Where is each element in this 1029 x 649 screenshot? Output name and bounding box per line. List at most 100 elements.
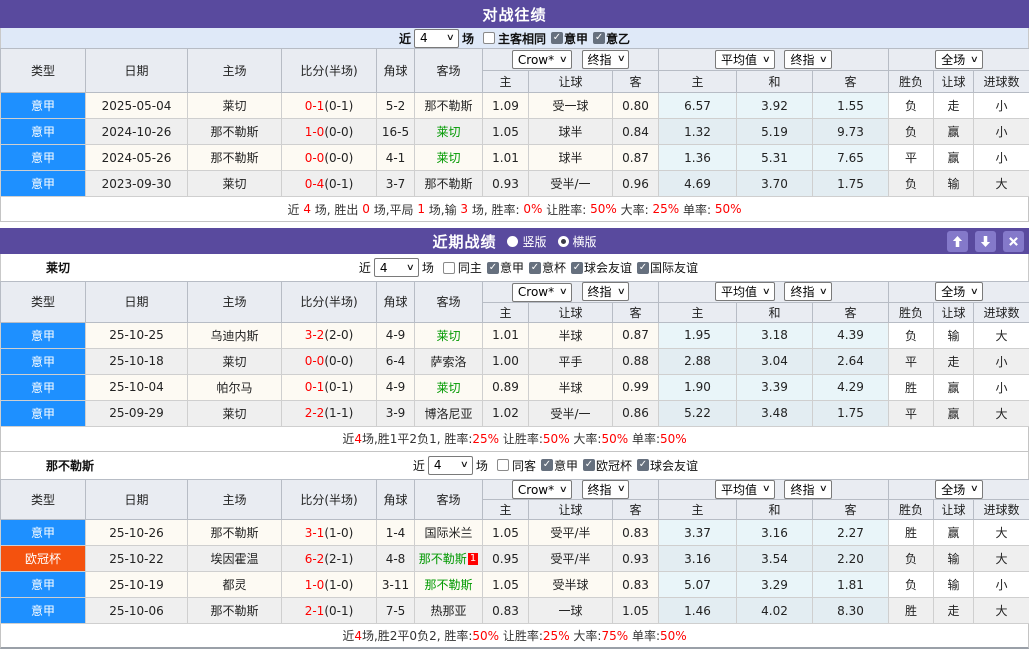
col-odds-handicap: 让球 bbox=[529, 302, 613, 322]
fulltime-score: 1-0 bbox=[305, 125, 325, 139]
avg-source-select[interactable]: 平均值∨ bbox=[715, 50, 775, 69]
avg-away: 8.30 bbox=[813, 598, 889, 624]
result-handicap: 赢 bbox=[934, 145, 974, 171]
avg-stage-select[interactable]: 终指∨ bbox=[784, 480, 832, 499]
league-checkbox-club-friendly[interactable]: ✓球会友谊 bbox=[571, 259, 632, 276]
odds-source-select[interactable]: Crow*∨ bbox=[512, 283, 572, 302]
away-team: 热那亚 bbox=[415, 598, 483, 624]
result-winloss: 平 bbox=[889, 348, 934, 374]
league-checkbox-serie-a[interactable]: ✓意甲 bbox=[551, 30, 588, 47]
avg-source-value: 平均值 bbox=[721, 481, 757, 498]
scope-select[interactable]: 全场∨ bbox=[935, 50, 983, 69]
odds-stage-select[interactable]: 终指∨ bbox=[582, 282, 630, 301]
odds-stage-value: 终指 bbox=[588, 481, 612, 498]
league-checkbox-coppa-italia[interactable]: ✓意杯 bbox=[529, 259, 566, 276]
odds-handicap: 一球 bbox=[529, 598, 613, 624]
odds-source-select[interactable]: Crow*∨ bbox=[512, 50, 572, 69]
col-handicap-result: 让球 bbox=[934, 71, 974, 93]
result-winloss: 胜 bbox=[889, 520, 934, 546]
avg-source-select[interactable]: 平均值∨ bbox=[715, 480, 775, 499]
scope-select[interactable]: 全场∨ bbox=[935, 282, 983, 301]
summary-segment: 50% bbox=[590, 202, 617, 216]
odds-handicap: 受半/一 bbox=[529, 171, 613, 197]
match-count-select[interactable]: 4∨ bbox=[414, 29, 459, 48]
halftime-score: (2-1) bbox=[324, 552, 353, 566]
same-away-checkbox[interactable]: 同客 bbox=[497, 457, 536, 474]
corner-score: 3-11 bbox=[377, 572, 415, 598]
away-team-name: 那不勒斯 bbox=[419, 552, 467, 566]
match-row: 意甲25-10-19都灵1-0(1-0)3-11那不勒斯1.05受半球0.835… bbox=[1, 572, 1029, 598]
result-goals: 大 bbox=[974, 171, 1029, 197]
odds-source-select[interactable]: Crow*∨ bbox=[512, 480, 572, 499]
chevron-down-icon: ∨ bbox=[559, 485, 568, 495]
col-corner: 角球 bbox=[377, 479, 415, 520]
score: 0-4(0-1) bbox=[282, 171, 377, 197]
summary-segment: 让胜率: bbox=[542, 201, 590, 218]
avg-stage-select[interactable]: 终指∨ bbox=[784, 282, 832, 301]
col-home: 主场 bbox=[188, 479, 282, 520]
odds-group-header: Crow*∨ 终指∨ bbox=[483, 479, 659, 500]
match-row: 意甲25-10-04帕尔马0-1(0-1)4-9莱切0.89半球0.991.90… bbox=[1, 374, 1029, 400]
odds-stage-select[interactable]: 终指∨ bbox=[582, 480, 630, 499]
league-badge: 欧冠杯 bbox=[1, 546, 86, 572]
col-away: 客场 bbox=[415, 282, 483, 323]
avg-stage-select[interactable]: 终指∨ bbox=[784, 50, 832, 69]
col-avg-home: 主 bbox=[659, 302, 737, 322]
league-checkbox-champions-league[interactable]: ✓欧冠杯 bbox=[583, 457, 632, 474]
avg-stage-value: 终指 bbox=[790, 51, 814, 68]
col-corner: 角球 bbox=[377, 282, 415, 323]
league-badge: 意甲 bbox=[1, 145, 86, 171]
score: 2-2(1-1) bbox=[282, 400, 377, 426]
match-stats-page: 对战往绩 近 4∨ 场 主客相同 ✓意甲 ✓意乙 类型 日期 主场 比分(半场)… bbox=[0, 0, 1029, 649]
col-avg-away: 客 bbox=[813, 71, 889, 93]
halftime-score: (0-1) bbox=[324, 99, 353, 113]
checkbox-label: 主客相同 bbox=[498, 30, 546, 47]
matches-label: 场 bbox=[422, 259, 434, 276]
scope-select[interactable]: 全场∨ bbox=[935, 480, 983, 499]
move-up-button[interactable] bbox=[947, 231, 968, 252]
odds-home: 1.02 bbox=[483, 400, 529, 426]
odds-away: 0.86 bbox=[613, 400, 659, 426]
vertical-layout-radio[interactable]: 竖版 bbox=[507, 233, 546, 250]
result-winloss: 负 bbox=[889, 171, 934, 197]
league-checkbox-club-friendly[interactable]: ✓球会友谊 bbox=[637, 457, 698, 474]
odds-handicap: 球半 bbox=[529, 145, 613, 171]
fulltime-score: 2-1 bbox=[305, 604, 325, 618]
summary-segment: 场,胜2平0负2, 胜率: bbox=[362, 627, 472, 644]
move-down-button[interactable] bbox=[975, 231, 996, 252]
same-home-checkbox[interactable]: 同主 bbox=[443, 259, 482, 276]
corner-score: 7-5 bbox=[377, 598, 415, 624]
odds-handicap: 半球 bbox=[529, 322, 613, 348]
match-count-select[interactable]: 4∨ bbox=[428, 456, 473, 475]
match-count-select[interactable]: 4∨ bbox=[374, 258, 419, 277]
summary-segment: 单率: bbox=[628, 627, 660, 644]
avg-away: 7.65 bbox=[813, 145, 889, 171]
odds-stage-select[interactable]: 终指∨ bbox=[582, 50, 630, 69]
result-goals: 小 bbox=[974, 374, 1029, 400]
league-checkbox-intl-friendly[interactable]: ✓国际友谊 bbox=[637, 259, 698, 276]
avg-group-header: 平均值∨ 终指∨ bbox=[659, 479, 889, 500]
col-avg-away: 客 bbox=[813, 500, 889, 520]
checkbox-checked-icon: ✓ bbox=[529, 262, 541, 274]
odds-source-value: Crow* bbox=[518, 53, 554, 67]
corner-score: 4-9 bbox=[377, 322, 415, 348]
checkbox-checked-icon: ✓ bbox=[551, 32, 563, 44]
away-team: 那不勒斯 bbox=[415, 572, 483, 598]
league-checkbox-serie-a[interactable]: ✓意甲 bbox=[541, 457, 578, 474]
result-handicap: 走 bbox=[934, 93, 974, 119]
league-checkbox-serie-b[interactable]: ✓意乙 bbox=[593, 30, 630, 47]
horizontal-layout-radio[interactable]: 横版 bbox=[558, 233, 597, 250]
near-label: 近 bbox=[413, 457, 425, 474]
home-team: 埃因霍温 bbox=[188, 546, 282, 572]
league-checkbox-serie-a[interactable]: ✓意甲 bbox=[487, 259, 524, 276]
avg-source-select[interactable]: 平均值∨ bbox=[715, 282, 775, 301]
scope-value: 全场 bbox=[941, 481, 965, 498]
avg-away: 1.75 bbox=[813, 400, 889, 426]
odds-group-header: Crow*∨ 终指∨ bbox=[483, 282, 659, 303]
fulltime-score: 0-0 bbox=[305, 354, 325, 368]
same-home-away-checkbox[interactable]: 主客相同 bbox=[483, 30, 546, 47]
avg-away: 1.81 bbox=[813, 572, 889, 598]
col-date: 日期 bbox=[86, 479, 188, 520]
league-badge: 意甲 bbox=[1, 322, 86, 348]
close-button[interactable] bbox=[1003, 231, 1024, 252]
